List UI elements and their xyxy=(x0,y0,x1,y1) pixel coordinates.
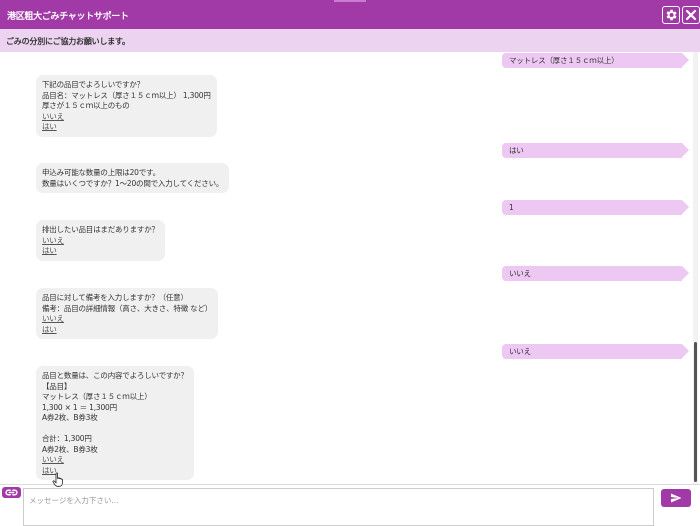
bot-message-line: 備考：品目の詳細情報（高さ、大きさ、特徴 など） xyxy=(42,303,213,313)
bot-message: 品目と数量は、この内容でよろしいですか？ 【品目】 マットレス（厚さ１５ｃｍ以上… xyxy=(36,366,194,480)
option-yes-link[interactable]: はい xyxy=(42,325,212,336)
send-icon xyxy=(671,493,682,503)
bot-message: 下記の品目でよろしいですか？ 品目名：マットレス（厚さ１５ｃｍ以上） 1,300… xyxy=(36,75,217,137)
mouse-cursor xyxy=(52,472,64,489)
bot-message-line: 【品目】 xyxy=(42,381,72,391)
gear-icon xyxy=(666,9,677,21)
notice-text: ごみの分別にご協力お願いします。 xyxy=(6,37,130,46)
hand-cursor-icon xyxy=(52,472,63,487)
bot-message-line: A券2枚、B券3枚 xyxy=(42,444,98,454)
chat-log[interactable]: マットレス（厚さ１５ｃｍ以上） 下記の品目でよろしいですか？ 品目名：マットレス… xyxy=(0,52,700,484)
bot-message-line: A券2枚、B券3枚 xyxy=(42,413,98,422)
chat-scrollbar[interactable] xyxy=(693,52,698,484)
close-button[interactable] xyxy=(682,6,700,24)
window-title: 港区粗大ごみチャットサポート xyxy=(7,12,129,22)
user-message: いいえ xyxy=(502,344,689,359)
bot-message-line: 品目に対して備考を入力しますか？（任意） xyxy=(42,293,188,302)
bot-message-line: 1,300 × 1 ＝ 1,300円 xyxy=(42,402,117,412)
scrollbar-thumb[interactable] xyxy=(694,342,697,482)
option-no-link[interactable]: いいえ xyxy=(42,236,159,247)
bot-message-line: 品目と数量は、この内容でよろしいですか？ xyxy=(42,371,188,380)
bot-message-line: 合計：1,300円 xyxy=(42,434,92,443)
bot-message-line: 申込み可能な数量の上限は20です。 xyxy=(42,168,160,177)
user-message: いいえ xyxy=(502,266,689,281)
resize-handle[interactable] xyxy=(334,0,366,2)
user-message: マットレス（厚さ１５ｃｍ以上） xyxy=(502,53,689,68)
message-input[interactable] xyxy=(23,488,654,526)
bot-message-line: 排出したい品目はまだありますか？ xyxy=(42,225,159,234)
chat-header: 港区粗大ごみチャットサポート xyxy=(0,0,700,29)
user-message: はい xyxy=(502,143,689,158)
notice-banner: ごみの分別にご協力お願いします。 xyxy=(0,29,700,52)
settings-button[interactable] xyxy=(662,6,680,24)
bot-message-line: 厚さが１５ｃｍ以上のもの xyxy=(42,101,130,110)
option-no-link[interactable]: いいえ xyxy=(42,112,211,123)
option-yes-link[interactable]: はい xyxy=(42,246,159,257)
user-message: 1 xyxy=(502,200,689,215)
attach-button[interactable] xyxy=(2,487,21,498)
close-icon xyxy=(685,9,697,21)
bot-message-line: 品目名：マットレス（厚さ１５ｃｍ以上） 1,300円 xyxy=(42,90,211,100)
bot-message-line: 下記の品目でよろしいですか？ xyxy=(42,80,144,89)
option-no-link[interactable]: いいえ xyxy=(42,455,188,466)
bot-message-line: マットレス（厚さ１５ｃｍ以上） xyxy=(42,392,152,401)
bot-message-line: 数量はいくつですか？1〜20の間で入力してください。 xyxy=(42,178,224,188)
option-no-link[interactable]: いいえ xyxy=(42,314,212,325)
bot-message-line xyxy=(42,424,188,435)
option-yes-link[interactable]: はい xyxy=(42,122,211,133)
send-button[interactable] xyxy=(661,489,691,507)
bot-message: 申込み可能な数量の上限は20です。 数量はいくつですか？1〜20の間で入力してく… xyxy=(36,163,230,193)
bot-message: 品目に対して備考を入力しますか？（任意） 備考：品目の詳細情報（高さ、大きさ、特… xyxy=(36,288,219,339)
bot-message: 排出したい品目はまだありますか？ いいえ はい xyxy=(36,220,165,261)
link-icon xyxy=(5,489,18,496)
